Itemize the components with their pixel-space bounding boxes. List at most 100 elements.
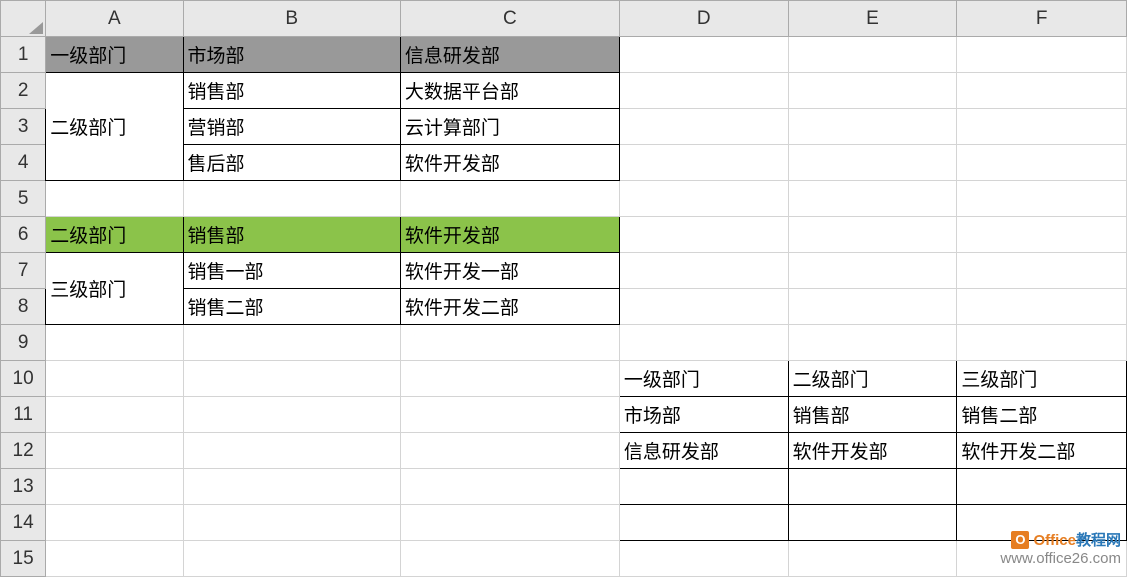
cell-C5[interactable] — [400, 181, 619, 217]
cell-E11[interactable]: 销售部 — [788, 397, 957, 433]
cell-D14[interactable] — [619, 505, 788, 541]
row-header-6[interactable]: 6 — [1, 217, 46, 253]
cell-F8[interactable] — [957, 289, 1127, 325]
row-header-10[interactable]: 10 — [1, 361, 46, 397]
cell-D13[interactable] — [619, 469, 788, 505]
cell-B4[interactable]: 售后部 — [183, 145, 400, 181]
cell-D10[interactable]: 一级部门 — [619, 361, 788, 397]
cell-B9[interactable] — [183, 325, 400, 361]
cell-F3[interactable] — [957, 109, 1127, 145]
cell-E13[interactable] — [788, 469, 957, 505]
cell-A13[interactable] — [46, 469, 183, 505]
col-header-B[interactable]: B — [183, 1, 400, 37]
cell-E4[interactable] — [788, 145, 957, 181]
cell-F12[interactable]: 软件开发二部 — [957, 433, 1127, 469]
row-header-2[interactable]: 2 — [1, 73, 46, 109]
cell-C7[interactable]: 软件开发一部 — [400, 253, 619, 289]
row-header-9[interactable]: 9 — [1, 325, 46, 361]
cell-F9[interactable] — [957, 325, 1127, 361]
cell-F13[interactable] — [957, 469, 1127, 505]
cell-B1[interactable]: 市场部 — [183, 37, 400, 73]
spreadsheet-grid[interactable]: A B C D E F 1 一级部门 市场部 信息研发部 2 二级部门 销售部 … — [0, 0, 1127, 577]
cell-B10[interactable] — [183, 361, 400, 397]
cell-C8[interactable]: 软件开发二部 — [400, 289, 619, 325]
cell-B5[interactable] — [183, 181, 400, 217]
cell-D12[interactable]: 信息研发部 — [619, 433, 788, 469]
cell-D11[interactable]: 市场部 — [619, 397, 788, 433]
cell-E2[interactable] — [788, 73, 957, 109]
cell-F2[interactable] — [957, 73, 1127, 109]
cell-A7-merged[interactable]: 三级部门 — [46, 253, 183, 325]
cell-D9[interactable] — [619, 325, 788, 361]
cell-F10[interactable]: 三级部门 — [957, 361, 1127, 397]
col-header-C[interactable]: C — [400, 1, 619, 37]
row-header-8[interactable]: 8 — [1, 289, 46, 325]
cell-A11[interactable] — [46, 397, 183, 433]
col-header-E[interactable]: E — [788, 1, 957, 37]
cell-E7[interactable] — [788, 253, 957, 289]
cell-C10[interactable] — [400, 361, 619, 397]
cell-D1[interactable] — [619, 37, 788, 73]
cell-C14[interactable] — [400, 505, 619, 541]
cell-B7[interactable]: 销售一部 — [183, 253, 400, 289]
cell-F6[interactable] — [957, 217, 1127, 253]
row-header-12[interactable]: 12 — [1, 433, 46, 469]
cell-A9[interactable] — [46, 325, 183, 361]
col-header-A[interactable]: A — [46, 1, 183, 37]
cell-C4[interactable]: 软件开发部 — [400, 145, 619, 181]
row-header-3[interactable]: 3 — [1, 109, 46, 145]
row-header-13[interactable]: 13 — [1, 469, 46, 505]
cell-A14[interactable] — [46, 505, 183, 541]
cell-D4[interactable] — [619, 145, 788, 181]
select-all-corner[interactable] — [1, 1, 46, 37]
cell-B8[interactable]: 销售二部 — [183, 289, 400, 325]
row-header-11[interactable]: 11 — [1, 397, 46, 433]
cell-A1[interactable]: 一级部门 — [46, 37, 183, 73]
cell-B3[interactable]: 营销部 — [183, 109, 400, 145]
cell-E9[interactable] — [788, 325, 957, 361]
cell-D5[interactable] — [619, 181, 788, 217]
cell-C13[interactable] — [400, 469, 619, 505]
cell-B6[interactable]: 销售部 — [183, 217, 400, 253]
row-header-4[interactable]: 4 — [1, 145, 46, 181]
cell-B13[interactable] — [183, 469, 400, 505]
cell-D2[interactable] — [619, 73, 788, 109]
cell-E1[interactable] — [788, 37, 957, 73]
cell-C9[interactable] — [400, 325, 619, 361]
cell-D6[interactable] — [619, 217, 788, 253]
cell-E8[interactable] — [788, 289, 957, 325]
cell-B2[interactable]: 销售部 — [183, 73, 400, 109]
cell-D8[interactable] — [619, 289, 788, 325]
cell-C3[interactable]: 云计算部门 — [400, 109, 619, 145]
cell-E10[interactable]: 二级部门 — [788, 361, 957, 397]
cell-E5[interactable] — [788, 181, 957, 217]
cell-B15[interactable] — [183, 541, 400, 577]
cell-F7[interactable] — [957, 253, 1127, 289]
cell-F15[interactable] — [957, 541, 1127, 577]
cell-C1[interactable]: 信息研发部 — [400, 37, 619, 73]
cell-F5[interactable] — [957, 181, 1127, 217]
cell-C6[interactable]: 软件开发部 — [400, 217, 619, 253]
cell-E14[interactable] — [788, 505, 957, 541]
cell-A5[interactable] — [46, 181, 183, 217]
cell-E12[interactable]: 软件开发部 — [788, 433, 957, 469]
cell-A15[interactable] — [46, 541, 183, 577]
cell-C12[interactable] — [400, 433, 619, 469]
cell-C11[interactable] — [400, 397, 619, 433]
cell-A2-merged[interactable]: 二级部门 — [46, 73, 183, 181]
cell-B12[interactable] — [183, 433, 400, 469]
row-header-1[interactable]: 1 — [1, 37, 46, 73]
cell-E6[interactable] — [788, 217, 957, 253]
row-header-14[interactable]: 14 — [1, 505, 46, 541]
cell-C15[interactable] — [400, 541, 619, 577]
cell-C2[interactable]: 大数据平台部 — [400, 73, 619, 109]
cell-F1[interactable] — [957, 37, 1127, 73]
cell-A12[interactable] — [46, 433, 183, 469]
row-header-5[interactable]: 5 — [1, 181, 46, 217]
cell-E15[interactable] — [788, 541, 957, 577]
col-header-D[interactable]: D — [619, 1, 788, 37]
cell-D15[interactable] — [619, 541, 788, 577]
cell-B14[interactable] — [183, 505, 400, 541]
row-header-7[interactable]: 7 — [1, 253, 46, 289]
row-header-15[interactable]: 15 — [1, 541, 46, 577]
